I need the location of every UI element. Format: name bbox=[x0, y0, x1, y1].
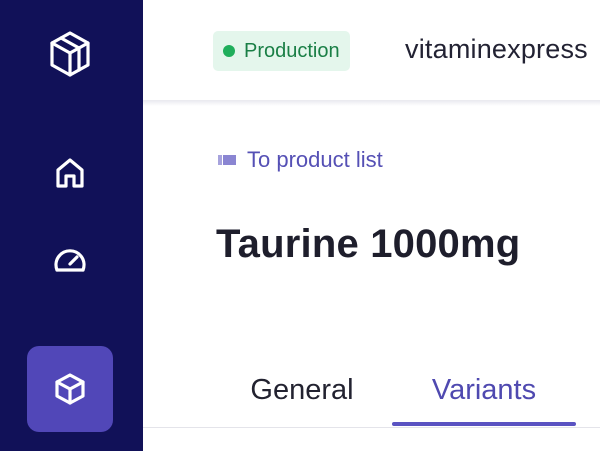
environment-label: Production bbox=[244, 39, 340, 62]
home-icon bbox=[56, 158, 84, 188]
sidebar bbox=[0, 0, 143, 451]
page-title: Taurine 1000mg bbox=[216, 222, 521, 266]
top-bar: Production vitaminexpress bbox=[143, 0, 600, 101]
tabs-divider bbox=[143, 427, 600, 428]
main-content: Production vitaminexpress To product lis… bbox=[143, 0, 600, 451]
cube-outline-logo-icon[interactable] bbox=[46, 28, 94, 80]
product-tabs: General Variants bbox=[143, 358, 600, 428]
back-arrow-icon bbox=[217, 153, 237, 167]
shop-name[interactable]: vitaminexpress bbox=[405, 34, 588, 65]
tab-general[interactable]: General bbox=[227, 358, 377, 422]
cube-icon bbox=[55, 373, 85, 405]
app-window: Production vitaminexpress To product lis… bbox=[0, 0, 600, 451]
back-link-label: To product list bbox=[247, 147, 383, 172]
sidebar-item-products[interactable] bbox=[27, 346, 113, 432]
tab-variants[interactable]: Variants bbox=[392, 358, 576, 422]
sidebar-item-home[interactable] bbox=[50, 153, 90, 193]
status-dot-icon bbox=[223, 45, 235, 57]
back-to-product-list-link[interactable]: To product list bbox=[217, 145, 383, 175]
speedometer-icon bbox=[54, 249, 86, 272]
sidebar-item-dashboard[interactable] bbox=[50, 240, 90, 280]
active-tab-indicator bbox=[392, 422, 576, 426]
environment-badge[interactable]: Production bbox=[213, 31, 350, 71]
topbar-divider bbox=[143, 100, 600, 106]
